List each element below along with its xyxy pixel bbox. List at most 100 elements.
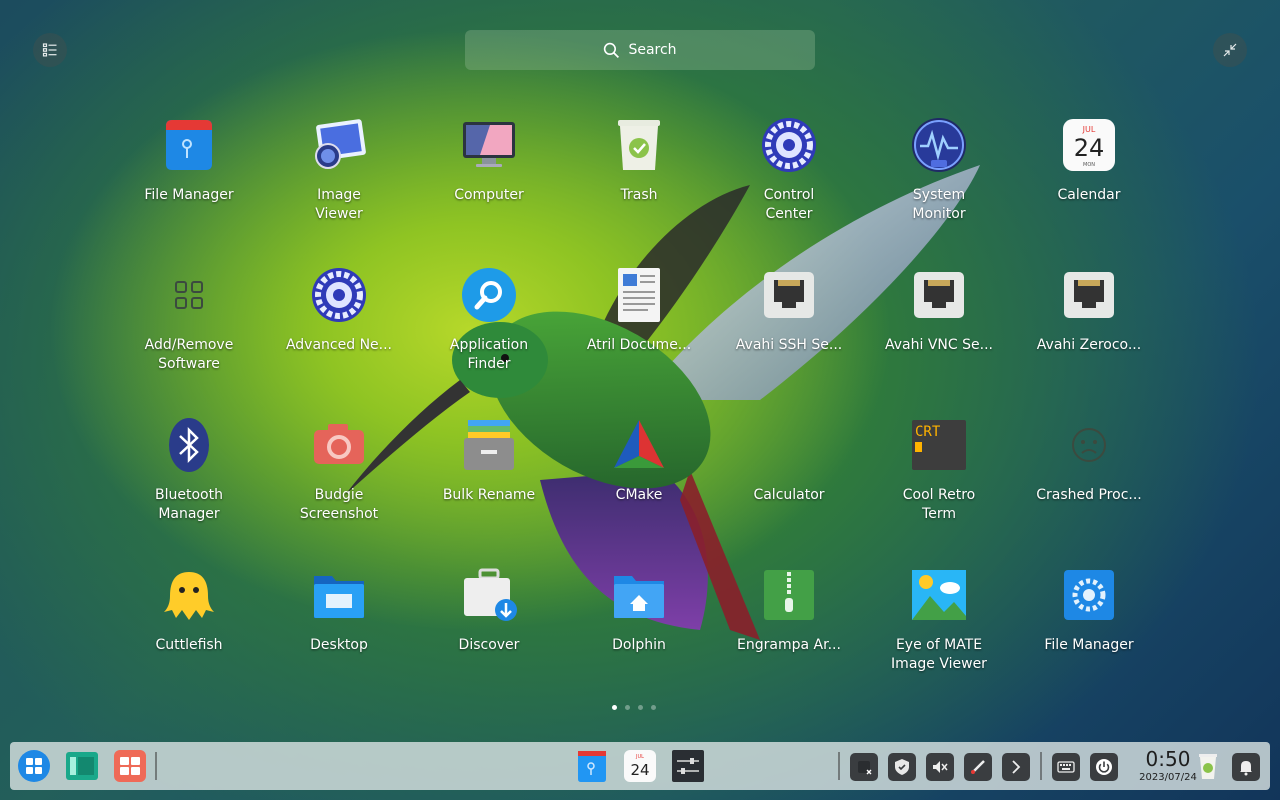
add-remove-software-icon — [160, 266, 218, 324]
multitask-view-button[interactable] — [64, 748, 100, 784]
app-avahi-zeroconf[interactable]: Avahi Zeroco... — [1014, 262, 1164, 412]
app-cool-retro-term[interactable]: CRT Cool Retro Term — [864, 412, 1014, 562]
launcher-button[interactable] — [16, 748, 52, 784]
app-system-monitor[interactable]: System Monitor — [864, 112, 1014, 262]
taskbar-calendar[interactable]: JUL 24 — [622, 748, 658, 784]
atril-document-icon — [610, 266, 668, 324]
app-label: Control Center — [763, 187, 815, 222]
taskbar: JUL 24 0:50 2023/07/24 — [10, 742, 1270, 790]
tray-volume[interactable] — [926, 753, 954, 781]
tray-security[interactable] — [888, 753, 916, 781]
app-computer[interactable]: Computer — [414, 112, 564, 262]
app-discover[interactable]: Discover — [414, 562, 564, 712]
calendar-icon: JUL 24 — [624, 750, 656, 782]
taskbar-separator — [155, 752, 157, 780]
app-label: File Manager — [144, 187, 234, 203]
app-avahi-vnc[interactable]: Avahi VNC Se... — [864, 262, 1014, 412]
app-bulk-rename[interactable]: Bulk Rename — [414, 412, 564, 562]
app-bluetooth-manager[interactable]: Bluetooth Manager — [114, 412, 264, 562]
crashed-process-icon — [1060, 416, 1118, 474]
bluetooth-icon — [160, 416, 218, 474]
app-cmake[interactable]: CMake — [564, 412, 714, 562]
page-dot[interactable] — [638, 705, 643, 710]
app-label: Calculator — [753, 487, 825, 503]
app-label: Atril Docume... — [586, 337, 692, 353]
trash-icon — [610, 116, 668, 174]
tray-keyboard[interactable] — [1052, 753, 1080, 781]
app-label: Application Finder — [449, 337, 529, 372]
advanced-network-icon — [310, 266, 368, 324]
workspace-button[interactable] — [112, 748, 148, 784]
volume-muted-icon — [933, 761, 948, 773]
app-budgie-screenshot[interactable]: Budgie Screenshot — [264, 412, 414, 562]
workspace-icon — [114, 750, 146, 782]
page-dot[interactable] — [651, 705, 656, 710]
app-label: Engrampa Ar... — [737, 637, 841, 653]
app-label: Cool Retro Term — [902, 487, 976, 522]
app-file-manager[interactable]: File Manager — [114, 112, 264, 262]
app-crashed-process[interactable]: Crashed Proc... — [1014, 412, 1164, 562]
category-view-button[interactable] — [33, 33, 67, 67]
pen-icon — [971, 760, 985, 774]
taskbar-separator — [1040, 752, 1042, 780]
app-engrampa-archive[interactable]: Engrampa Ar... — [714, 562, 864, 712]
file-manager-icon — [160, 116, 218, 174]
taskbar-trash[interactable] — [1190, 748, 1226, 784]
exit-fullscreen-button[interactable] — [1213, 33, 1247, 67]
app-label: Calendar — [1057, 187, 1121, 203]
eye-of-mate-icon — [910, 566, 968, 624]
page-indicator[interactable] — [612, 705, 656, 710]
dolphin-icon — [610, 566, 668, 624]
taskbar-file-manager[interactable] — [574, 748, 610, 784]
tray-expand-button[interactable] — [1002, 753, 1030, 781]
taskbar-control-center[interactable] — [670, 748, 706, 784]
list-icon — [42, 43, 57, 57]
app-label: Budgie Screenshot — [299, 487, 379, 522]
app-image-viewer[interactable]: Image Viewer — [264, 112, 414, 262]
cmake-icon — [610, 416, 668, 474]
app-cuttlefish[interactable]: Cuttlefish — [114, 562, 264, 712]
cuttlefish-icon — [160, 566, 218, 624]
discover-icon — [460, 566, 518, 624]
tray-power[interactable] — [1090, 753, 1118, 781]
app-desktop[interactable]: Desktop — [264, 562, 414, 712]
app-label: Discover — [458, 637, 520, 653]
taskbar-calendar-month: JUL — [635, 754, 644, 760]
app-atril-document[interactable]: Atril Docume... — [564, 262, 714, 412]
power-icon — [1096, 759, 1112, 775]
search-icon — [604, 42, 620, 58]
app-label: Add/Remove Software — [144, 337, 234, 372]
search-box[interactable]: Search — [465, 30, 815, 70]
app-trash[interactable]: Trash — [564, 112, 714, 262]
multitask-icon — [66, 752, 98, 780]
app-advanced-network[interactable]: Advanced Ne... — [264, 262, 414, 412]
bell-icon — [1240, 761, 1252, 776]
keyboard-icon — [1057, 761, 1075, 773]
control-center-icon — [760, 116, 818, 174]
app-label: Advanced Ne... — [285, 337, 393, 353]
calendar-month: JUL — [1082, 125, 1096, 134]
tray-notifications[interactable] — [1232, 753, 1260, 781]
app-avahi-ssh[interactable]: Avahi SSH Se... — [714, 262, 864, 412]
app-label: Eye of MATE Image Viewer — [891, 637, 987, 672]
page-dot[interactable] — [612, 705, 617, 710]
tray-screen-pen[interactable] — [964, 753, 992, 781]
app-calculator[interactable]: Calculator — [714, 412, 864, 562]
app-control-center[interactable]: Control Center — [714, 112, 864, 262]
calendar-day: 24 — [1074, 134, 1105, 162]
tray-network[interactable] — [850, 753, 878, 781]
app-label: Desktop — [310, 637, 368, 653]
app-dolphin[interactable]: Dolphin — [564, 562, 714, 712]
app-label: Bulk Rename — [442, 487, 536, 503]
system-monitor-icon — [910, 116, 968, 174]
app-add-remove-software[interactable]: Add/Remove Software — [114, 262, 264, 412]
application-finder-icon — [460, 266, 518, 324]
app-calendar[interactable]: JUL 24 MON Calendar — [1014, 112, 1164, 262]
page-dot[interactable] — [625, 705, 630, 710]
app-eye-of-mate[interactable]: Eye of MATE Image Viewer — [864, 562, 1014, 712]
launcher-icon — [18, 750, 50, 782]
app-file-manager-2[interactable]: File Manager — [1014, 562, 1164, 712]
app-application-finder[interactable]: Application Finder — [414, 262, 564, 412]
app-label: Cuttlefish — [155, 637, 223, 653]
avahi-vnc-icon — [910, 266, 968, 324]
